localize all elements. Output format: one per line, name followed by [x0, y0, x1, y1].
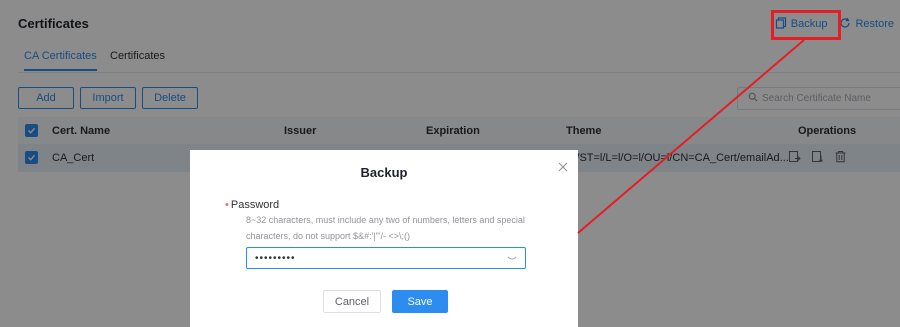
eye-icon[interactable] — [507, 253, 517, 263]
close-icon[interactable] — [556, 160, 570, 174]
save-button[interactable]: Save — [392, 290, 448, 313]
password-label-text: Password — [230, 199, 280, 211]
dialog-title: Backup — [360, 165, 408, 180]
password-hint: 8~32 characters, must include any two of… — [246, 212, 536, 244]
password-field[interactable]: ••••••••• — [246, 247, 526, 269]
password-label: • Password — [225, 199, 279, 211]
password-hint-line1: 8~32 characters, must include any two of… — [246, 215, 525, 225]
required-mark: • — [225, 199, 229, 211]
password-hint-line2: characters, do not support $&#:'|"'/- <>… — [246, 231, 411, 241]
backup-dialog: Backup • Password 8~32 characters, must i… — [190, 150, 578, 327]
backup-highlight-box — [771, 10, 841, 40]
password-value: ••••••••• — [255, 252, 296, 264]
cancel-button[interactable]: Cancel — [323, 290, 381, 313]
